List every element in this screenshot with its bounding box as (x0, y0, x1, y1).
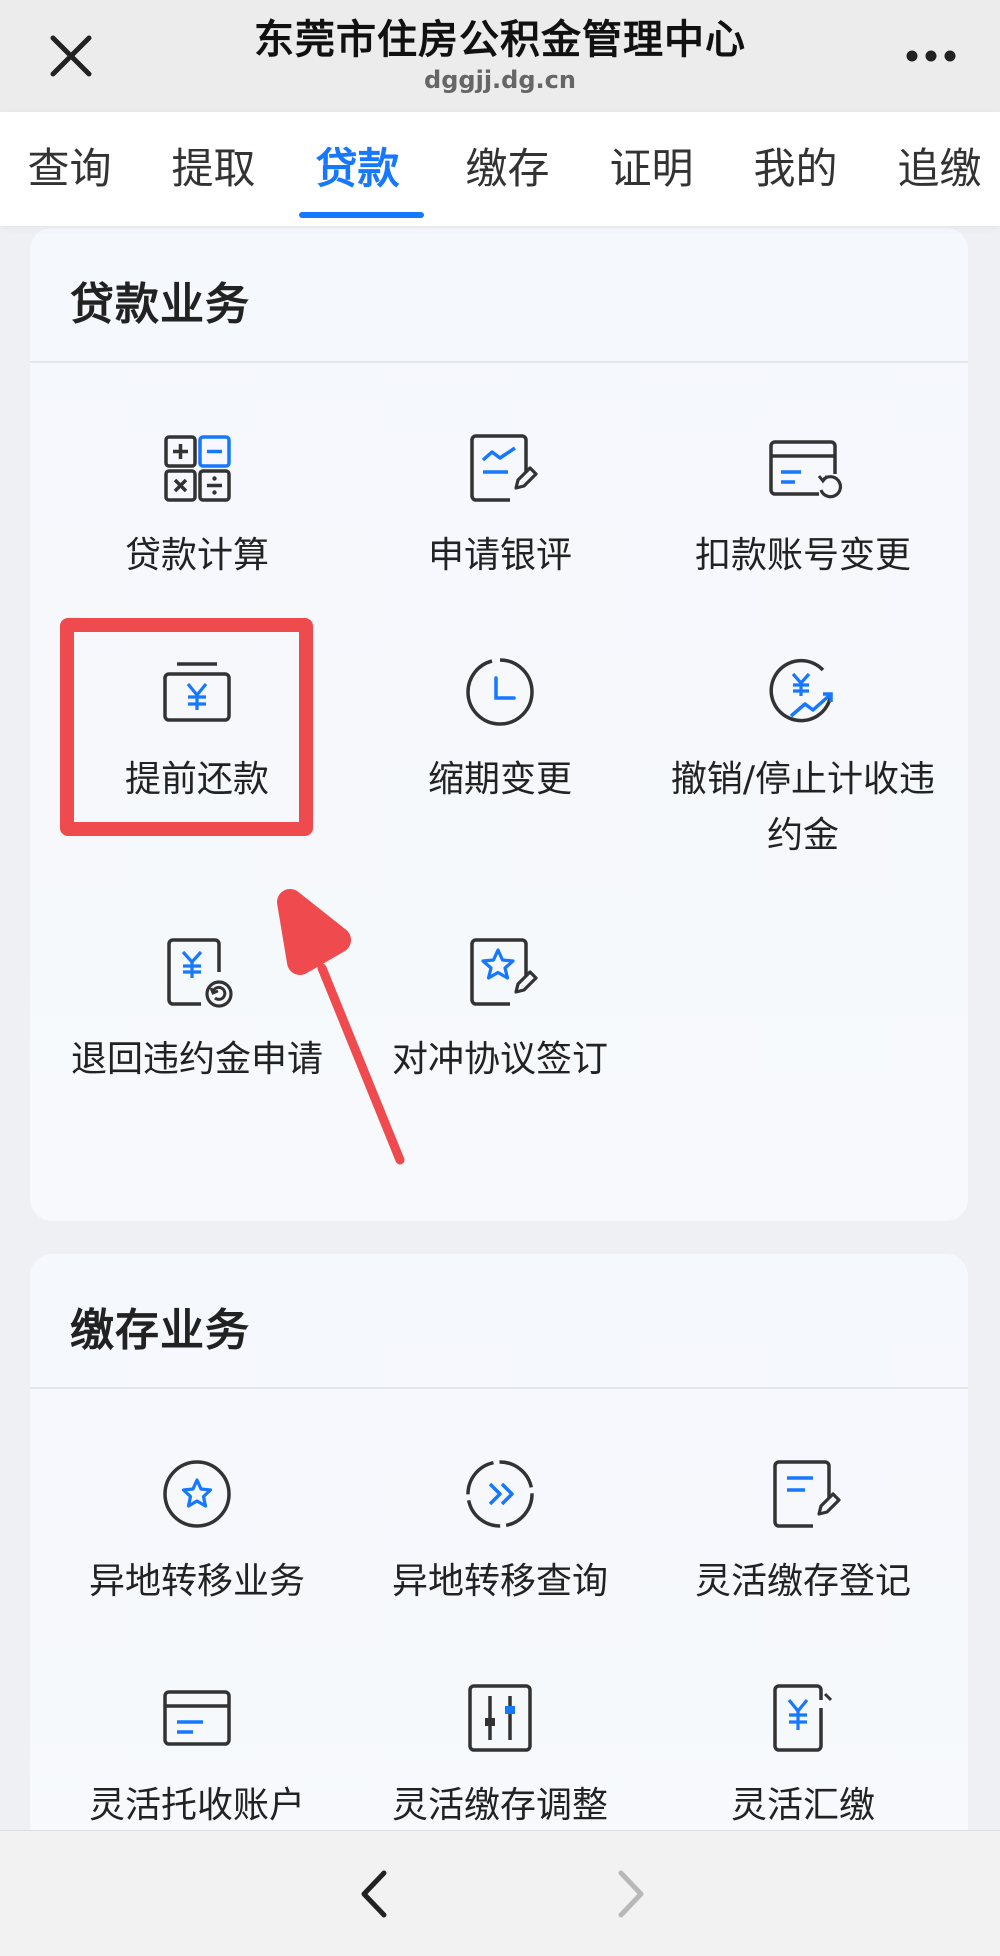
deposit-section-card: 缴存业务 异地转移业务 异地转移查询 灵活缴存登记 灵活托收账户 灵活缴存调整 … (30, 1254, 968, 1874)
deposit-item-collection-account[interactable]: 灵活托收账户 (47, 1678, 347, 1834)
loan-section-divider (30, 361, 968, 363)
deposit-section-title: 缴存业务 (70, 1305, 250, 1356)
deposit-item-flex-remit[interactable]: 灵活汇缴 (653, 1678, 953, 1834)
loan-item-deduction-account[interactable]: 扣款账号变更 (653, 428, 953, 584)
loan-item-cancel-penalty[interactable]: 撤销/停止计收违约金 (653, 652, 953, 864)
deposit-item-transfer-business[interactable]: 异地转移业务 (47, 1454, 347, 1610)
close-button[interactable] (40, 25, 102, 87)
sliders-icon (468, 1684, 532, 1752)
forward-circle-icon (466, 1460, 534, 1528)
loan-item-bank-assessment[interactable]: 申请银评 (350, 428, 650, 584)
chevron-left-icon (361, 1870, 387, 1918)
loan-item-label: 贷款计算 (124, 535, 269, 576)
page-title: 东莞市住房公积金管理中心 (254, 17, 746, 63)
loan-item-label: 申请银评 (427, 535, 572, 576)
tab-query[interactable]: 查询 (22, 112, 117, 226)
star-document-icon (470, 938, 538, 1006)
active-tab-indicator (299, 212, 424, 218)
loan-item-label: 对冲协议签订 (391, 1039, 608, 1080)
tab-mine[interactable]: 我的 (748, 112, 843, 226)
title-group: 东莞市住房公积金管理中心 dggjj.dg.cn (150, 14, 850, 94)
deposit-item-label: 灵活缴存调整 (391, 1785, 608, 1826)
tab-withdraw[interactable]: 提取 (166, 112, 261, 226)
category-tabs: 查询 提取 贷款 缴存 证明 我的 追缴 (0, 112, 1000, 226)
yuan-document-icon (773, 1684, 833, 1752)
loan-item-calc[interactable]: 贷款计算 (47, 428, 347, 584)
star-circle-icon (163, 1460, 231, 1528)
deposit-item-flex-adjust[interactable]: 灵活缴存调整 (350, 1678, 650, 1834)
calculator-icon (164, 435, 231, 502)
deposit-item-flex-register[interactable]: 灵活缴存登记 (653, 1454, 953, 1610)
annotation-highlight-box (60, 618, 313, 836)
tab-loan[interactable]: 贷款 (310, 112, 405, 226)
loan-item-label: 撤销/停止计收违约金 (670, 759, 936, 856)
yuan-trend-icon (769, 658, 833, 723)
back-button[interactable] (340, 1859, 410, 1929)
title-bar: 东莞市住房公积金管理中心 dggjj.dg.cn (0, 0, 1000, 112)
loan-item-penalty-refund[interactable]: 退回违约金申请 (47, 932, 347, 1088)
close-icon (50, 35, 92, 77)
tab-certificate[interactable]: 证明 (604, 112, 699, 226)
card-refresh-icon (769, 440, 843, 499)
bottom-navigation-bar (0, 1830, 1000, 1956)
deposit-section-divider (30, 1387, 968, 1389)
loan-section-title: 贷款业务 (70, 279, 250, 330)
loan-item-term-change[interactable]: 缩期变更 (350, 652, 650, 808)
document-pen-icon (773, 1460, 841, 1528)
deposit-item-label: 灵活汇缴 (730, 1785, 875, 1826)
chevron-right-icon (618, 1870, 644, 1918)
deposit-item-label: 异地转移查询 (391, 1561, 608, 1602)
loan-item-label: 退回违约金申请 (70, 1039, 323, 1080)
clock-icon (466, 658, 534, 726)
deposit-item-label: 灵活托收账户 (88, 1785, 305, 1826)
loan-item-label: 缩期变更 (427, 759, 572, 800)
deposit-item-label: 灵活缴存登记 (694, 1561, 911, 1602)
forward-button[interactable] (595, 1859, 665, 1929)
loan-item-label: 扣款账号变更 (694, 535, 911, 576)
loan-item-hedge-agreement[interactable]: 对冲协议签订 (350, 932, 650, 1088)
tab-deposit[interactable]: 缴存 (460, 112, 555, 226)
page: 东莞市住房公积金管理中心 dggjj.dg.cn 查询 提取 贷款 缴存 证明 … (0, 0, 1000, 1956)
deposit-item-transfer-query[interactable]: 异地转移查询 (350, 1454, 650, 1610)
yuan-document-return-icon (167, 938, 233, 1008)
tab-recovery[interactable]: 追缴 (892, 112, 987, 226)
more-icon (906, 50, 956, 62)
document-edit-icon (470, 434, 538, 502)
more-button[interactable] (900, 40, 962, 72)
card-icon (163, 1690, 231, 1746)
deposit-item-label: 异地转移业务 (88, 1561, 305, 1602)
page-domain: dggjj.dg.cn (424, 66, 576, 94)
